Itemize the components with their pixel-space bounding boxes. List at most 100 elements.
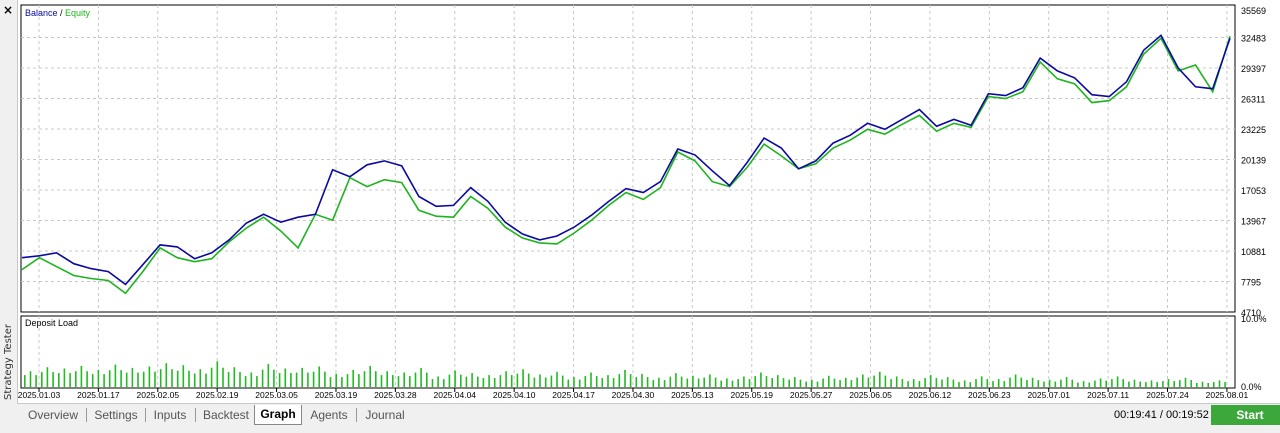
deposit-load-bar [159, 369, 162, 387]
deposit-load-bar [278, 373, 281, 387]
deposit-load-bar [114, 364, 117, 387]
status-bar [17, 429, 1280, 433]
deposit-load-bar [284, 368, 287, 387]
deposit-load-bar [505, 371, 507, 387]
deposit-load-bar [969, 382, 972, 388]
deposit-load-bar [1026, 380, 1028, 387]
deposit-load-bar [1162, 381, 1164, 387]
elapsed-timer: 00:19:41 / 00:19:52 [1114, 409, 1209, 421]
deposit-load-bar [692, 375, 694, 387]
deposit-load-bar [980, 376, 983, 387]
deposit-load-bar [618, 374, 621, 387]
deposit-load-bar [873, 375, 875, 387]
tab-settings[interactable]: Settings [91, 406, 141, 424]
deposit-load-bar [35, 375, 37, 387]
y-tick-label: 23225 [1241, 125, 1266, 135]
tab-journal[interactable]: Journal [361, 406, 409, 424]
deposit-load-bar [1156, 382, 1158, 388]
deposit-load-bar [935, 378, 938, 387]
y-tick-label: 20139 [1241, 156, 1266, 166]
deposit-load-bar [550, 375, 553, 387]
deposit-load-bar [533, 377, 536, 387]
tab-graph[interactable]: Graph [254, 405, 302, 425]
deposit-load-bar [493, 378, 496, 387]
deposit-load-bar [884, 375, 887, 387]
deposit-load-bar [997, 379, 1000, 387]
deposit-load-bar [516, 373, 519, 387]
deposit-load-bar [833, 378, 836, 387]
tab-inputs[interactable]: Inputs [150, 406, 190, 424]
deposit-load-bar [403, 372, 405, 387]
deposit-load-bar [612, 378, 615, 387]
deposit-load-bar [771, 378, 773, 387]
deposit-load-bar [426, 372, 428, 387]
deposit-load-bar [624, 369, 626, 387]
deposit-load-bar [1128, 381, 1130, 387]
deposit-load-bar [1139, 381, 1141, 387]
deposit-load-bar [499, 375, 502, 387]
tab-agents[interactable]: Agents [307, 406, 351, 424]
deposit-load-bar [641, 373, 643, 387]
deposit-load-bar [1196, 383, 1198, 387]
deposit-load-bar [148, 366, 151, 387]
deposit-load-bar [216, 361, 219, 387]
deposit-load-bar [329, 377, 332, 387]
deposit-load-bar [765, 376, 768, 387]
deposit-load-bar [929, 375, 932, 387]
deposit-load-bar [199, 369, 202, 387]
deposit-load-bar [912, 379, 915, 387]
start-button[interactable]: Start [1211, 405, 1280, 425]
deposit-load-bar [193, 373, 196, 387]
deposit-load-bar [165, 363, 168, 387]
deposit-load-bar [171, 369, 173, 387]
deposit-load-bar [465, 376, 468, 387]
deposit-load-bar [703, 377, 705, 387]
deposit-load-bar [386, 371, 388, 387]
deposit-load-bar [590, 372, 592, 387]
deposit-load-bar [256, 376, 258, 387]
x-tick-label: 2025.07.11 [1087, 390, 1129, 400]
deposit-load-bar [952, 379, 955, 387]
deposit-load-bar [578, 379, 581, 387]
deposit-load-bar [1037, 380, 1040, 387]
deposit-load-bar [782, 378, 785, 387]
x-tick-label: 2025.04.17 [552, 390, 595, 400]
x-tick-label: 2025.03.28 [374, 390, 417, 400]
deposit-load-bar [318, 366, 320, 387]
x-tick-label: 2025.02.19 [196, 390, 239, 400]
deposit-load-bar [963, 380, 966, 387]
deposit-load-bar [799, 379, 802, 387]
x-tick-label: 2025.06.23 [968, 390, 1011, 400]
deposit-load-bar [346, 374, 349, 387]
deposit-load-bar [1218, 380, 1221, 387]
deposit-load-bar [680, 376, 683, 387]
deposit-load-bar [1184, 377, 1187, 387]
deposit-load-bar [482, 378, 485, 387]
tab-overview[interactable]: Overview [23, 406, 83, 424]
deposit-load-bar [46, 367, 49, 387]
tab-backtest[interactable]: Backtest [200, 406, 252, 424]
deposit-load-bar [1173, 381, 1175, 387]
deposit-load-bar [301, 367, 303, 387]
deposit-load-bar [635, 377, 638, 387]
deposit-load-bar [584, 376, 587, 387]
deposit-load-frame [20, 315, 1236, 389]
deposit-load-bar [856, 377, 858, 387]
deposit-load-bar [1167, 379, 1170, 387]
deposit-load-bar [1145, 382, 1147, 388]
deposit-load-bar [1020, 377, 1023, 387]
deposit-load-bar [1201, 381, 1204, 387]
deposit-load-bar [448, 374, 451, 387]
deposit-load-bar [573, 377, 575, 387]
close-icon[interactable]: × [3, 3, 13, 17]
deposit-load-bar [1054, 381, 1057, 387]
deposit-load-bar [420, 367, 422, 387]
deposit-load-bar [375, 371, 377, 387]
deposit-load-bar [142, 371, 145, 387]
deposit-load-bar [697, 378, 700, 387]
deposit-load-bar [1207, 383, 1209, 387]
deposit-load-bar [760, 372, 762, 387]
deposit-load-bar [675, 373, 677, 387]
deposit-load-bar [63, 368, 66, 387]
x-tick-label: 2025.01.03 [18, 390, 61, 400]
